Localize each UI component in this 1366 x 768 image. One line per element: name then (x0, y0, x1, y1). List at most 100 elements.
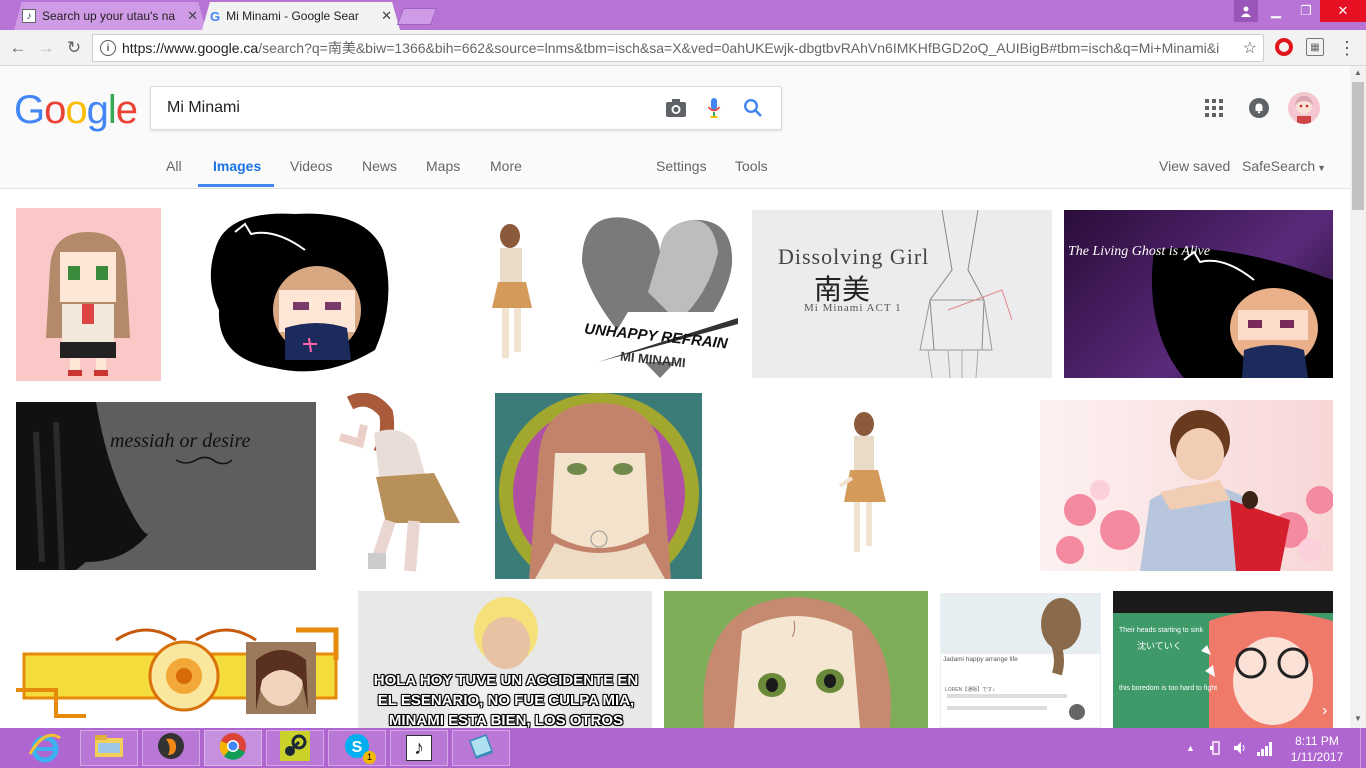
next-arrow-icon[interactable]: › (1322, 702, 1327, 720)
close-window-icon[interactable]: ✕ (1320, 0, 1366, 22)
image-result-girl-skirt[interactable] (330, 393, 463, 579)
tab-news[interactable]: News (362, 158, 397, 174)
dissolving-subtitle: Mi Minami ACT 1 (804, 302, 902, 314)
menu-dots-icon[interactable]: ⋮ (1338, 36, 1356, 60)
google-logo[interactable]: Google (14, 88, 138, 133)
image-result-emblem-banner[interactable] (16, 620, 344, 728)
url-host: https://www.google.ca (122, 40, 259, 56)
dissolving-girl-title: Dissolving Girl (778, 244, 930, 269)
svg-text:S: S (352, 739, 363, 756)
taskbar-steam[interactable] (266, 730, 324, 766)
taskbar-utau[interactable]: ♪ (390, 730, 448, 766)
close-icon[interactable]: ✕ (187, 8, 198, 24)
scroll-down-icon[interactable]: ▼ (1352, 714, 1364, 726)
taskbar-fl-studio[interactable] (142, 730, 200, 766)
image-result-red-hair-glasses[interactable]: Their heads starting to sink 沈いていく this … (1113, 591, 1333, 728)
new-tab-button[interactable] (396, 8, 438, 25)
google-logo-letter: g (86, 88, 109, 132)
microphone-icon[interactable] (707, 97, 721, 124)
tab-all[interactable]: All (166, 158, 182, 174)
image-result-meme-blond[interactable]: HOLA HOY TUVE UN ACCIDENTE EN EL ESENARI… (358, 591, 652, 728)
volume-icon[interactable] (1232, 740, 1248, 756)
taskbar-chrome[interactable] (204, 730, 262, 766)
messiah-text: messiah or desire (110, 430, 251, 452)
opera-icon[interactable] (1275, 38, 1293, 56)
search-input[interactable]: Mi Minami (167, 99, 240, 117)
folder-icon (94, 734, 124, 763)
fl-studio-icon (156, 731, 186, 766)
taskbar-skype[interactable]: S 1 (328, 730, 386, 766)
minimize-icon[interactable]: ▁ (1262, 0, 1290, 22)
notifications-bell-icon[interactable] (1249, 98, 1269, 118)
search-icon[interactable] (743, 98, 763, 123)
music-note-icon: ♪ (22, 9, 36, 23)
restore-icon[interactable]: ❐ (1292, 0, 1320, 22)
image-result-anime-face-green[interactable] (664, 591, 928, 728)
signal-icon[interactable] (1256, 740, 1274, 756)
blog-subtitle: LOREN【通販】です♪ (945, 687, 995, 693)
image-result-pixel-girl[interactable] (16, 208, 161, 381)
tab-images-underline (198, 184, 274, 187)
image-result-unhappy-refrain[interactable]: UNHAPPY REFRAIN MI MINAMI (478, 212, 738, 380)
user-profile-icon[interactable] (1234, 0, 1258, 22)
taskbar-app-blue[interactable] (452, 730, 510, 766)
avatar[interactable] (1288, 92, 1320, 124)
boredom-text: this boredom is too hard to fight (1119, 685, 1218, 692)
address-bar[interactable]: i https://www.google.ca/search?q=南美&biw=… (92, 34, 1264, 62)
back-arrow-icon[interactable]: ← (6, 36, 30, 60)
show-desktop-button[interactable] (1360, 728, 1366, 768)
scroll-up-icon[interactable]: ▲ (1352, 68, 1364, 80)
reload-icon[interactable]: ↻ (62, 36, 86, 60)
google-logo-letter: l (107, 88, 117, 132)
tools-link[interactable]: Tools (735, 158, 768, 174)
google-logo-letter: o (65, 88, 87, 132)
image-result-anime-face-purple[interactable] (495, 393, 702, 579)
image-result-living-ghost[interactable]: The Living Ghost is Alive (1064, 210, 1333, 378)
apps-grid-icon[interactable] (1205, 99, 1223, 122)
camera-icon[interactable] (665, 98, 687, 123)
tab-google-search[interactable]: G Mi Minami - Google Sear ✕ (202, 2, 400, 30)
search-box[interactable]: Mi Minami (150, 86, 782, 130)
info-icon[interactable]: i (100, 40, 116, 56)
view-saved-link[interactable]: View saved (1159, 158, 1230, 174)
skype-badge: 1 (363, 751, 376, 764)
chevron-down-icon: ▼ (1317, 163, 1327, 173)
sink-text: Their heads starting to sink (1119, 627, 1204, 634)
image-result-messiah-or-desire[interactable]: messiah or desire (16, 402, 316, 570)
tab-utau[interactable]: ♪ Search up your utau's na ✕ (14, 2, 206, 30)
image-result-small-girl[interactable] (826, 408, 896, 562)
taskbar-explorer[interactable] (80, 730, 138, 766)
scrollbar-thumb[interactable] (1352, 82, 1364, 210)
tab-images[interactable]: Images (213, 158, 261, 174)
google-logo-letter: G (14, 88, 45, 132)
power-icon[interactable] (1208, 740, 1224, 756)
extension-icon[interactable]: ▦ (1306, 38, 1324, 56)
bookmark-star-icon[interactable]: ☆ (1243, 38, 1257, 58)
settings-link[interactable]: Settings (656, 158, 707, 174)
close-icon[interactable]: ✕ (381, 8, 392, 24)
tab-maps[interactable]: Maps (426, 158, 460, 174)
show-hidden-icons-icon[interactable]: ▲ (1186, 743, 1195, 753)
safesearch-label: SafeSearch (1242, 158, 1316, 174)
google-logo-letter: o (44, 88, 66, 132)
living-ghost-text: The Living Ghost is Alive (1068, 244, 1211, 259)
tab-google-search-label: Mi Minami - Google Sear (226, 9, 359, 23)
ie-icon[interactable] (28, 732, 62, 764)
image-result-chibi-black[interactable] (205, 210, 393, 373)
system-clock[interactable]: 8:11 PM 1/11/2017 (1280, 733, 1354, 765)
tab-utau-label: Search up your utau's na (42, 9, 176, 23)
url-path: /search?q=南美&biw=1366&bih=662&source=lnm… (258, 40, 1220, 56)
image-result-dissolving-girl[interactable]: Dissolving Girl 南美 Mi Minami ACT 1 (752, 210, 1052, 378)
tab-videos[interactable]: Videos (290, 158, 333, 174)
google-logo-letter: e (115, 88, 138, 132)
meme-text: HOLA HOY TUVE UN ACCIDENTE EN EL ESENARI… (373, 672, 639, 728)
clock-time: 8:11 PM (1295, 734, 1339, 748)
tab-more[interactable]: More (490, 158, 522, 174)
steam-icon (280, 730, 310, 766)
image-result-actor-flowers[interactable] (1040, 400, 1333, 571)
google-g-icon: G (210, 8, 221, 24)
clock-date: 1/11/2017 (1290, 750, 1344, 764)
safesearch-dropdown[interactable]: SafeSearch ▼ (1242, 158, 1326, 174)
image-result-blog-hair[interactable]: Jadami happy arrange life LOREN【通販】です♪ (940, 593, 1101, 728)
forward-arrow-icon[interactable]: → (34, 36, 58, 60)
